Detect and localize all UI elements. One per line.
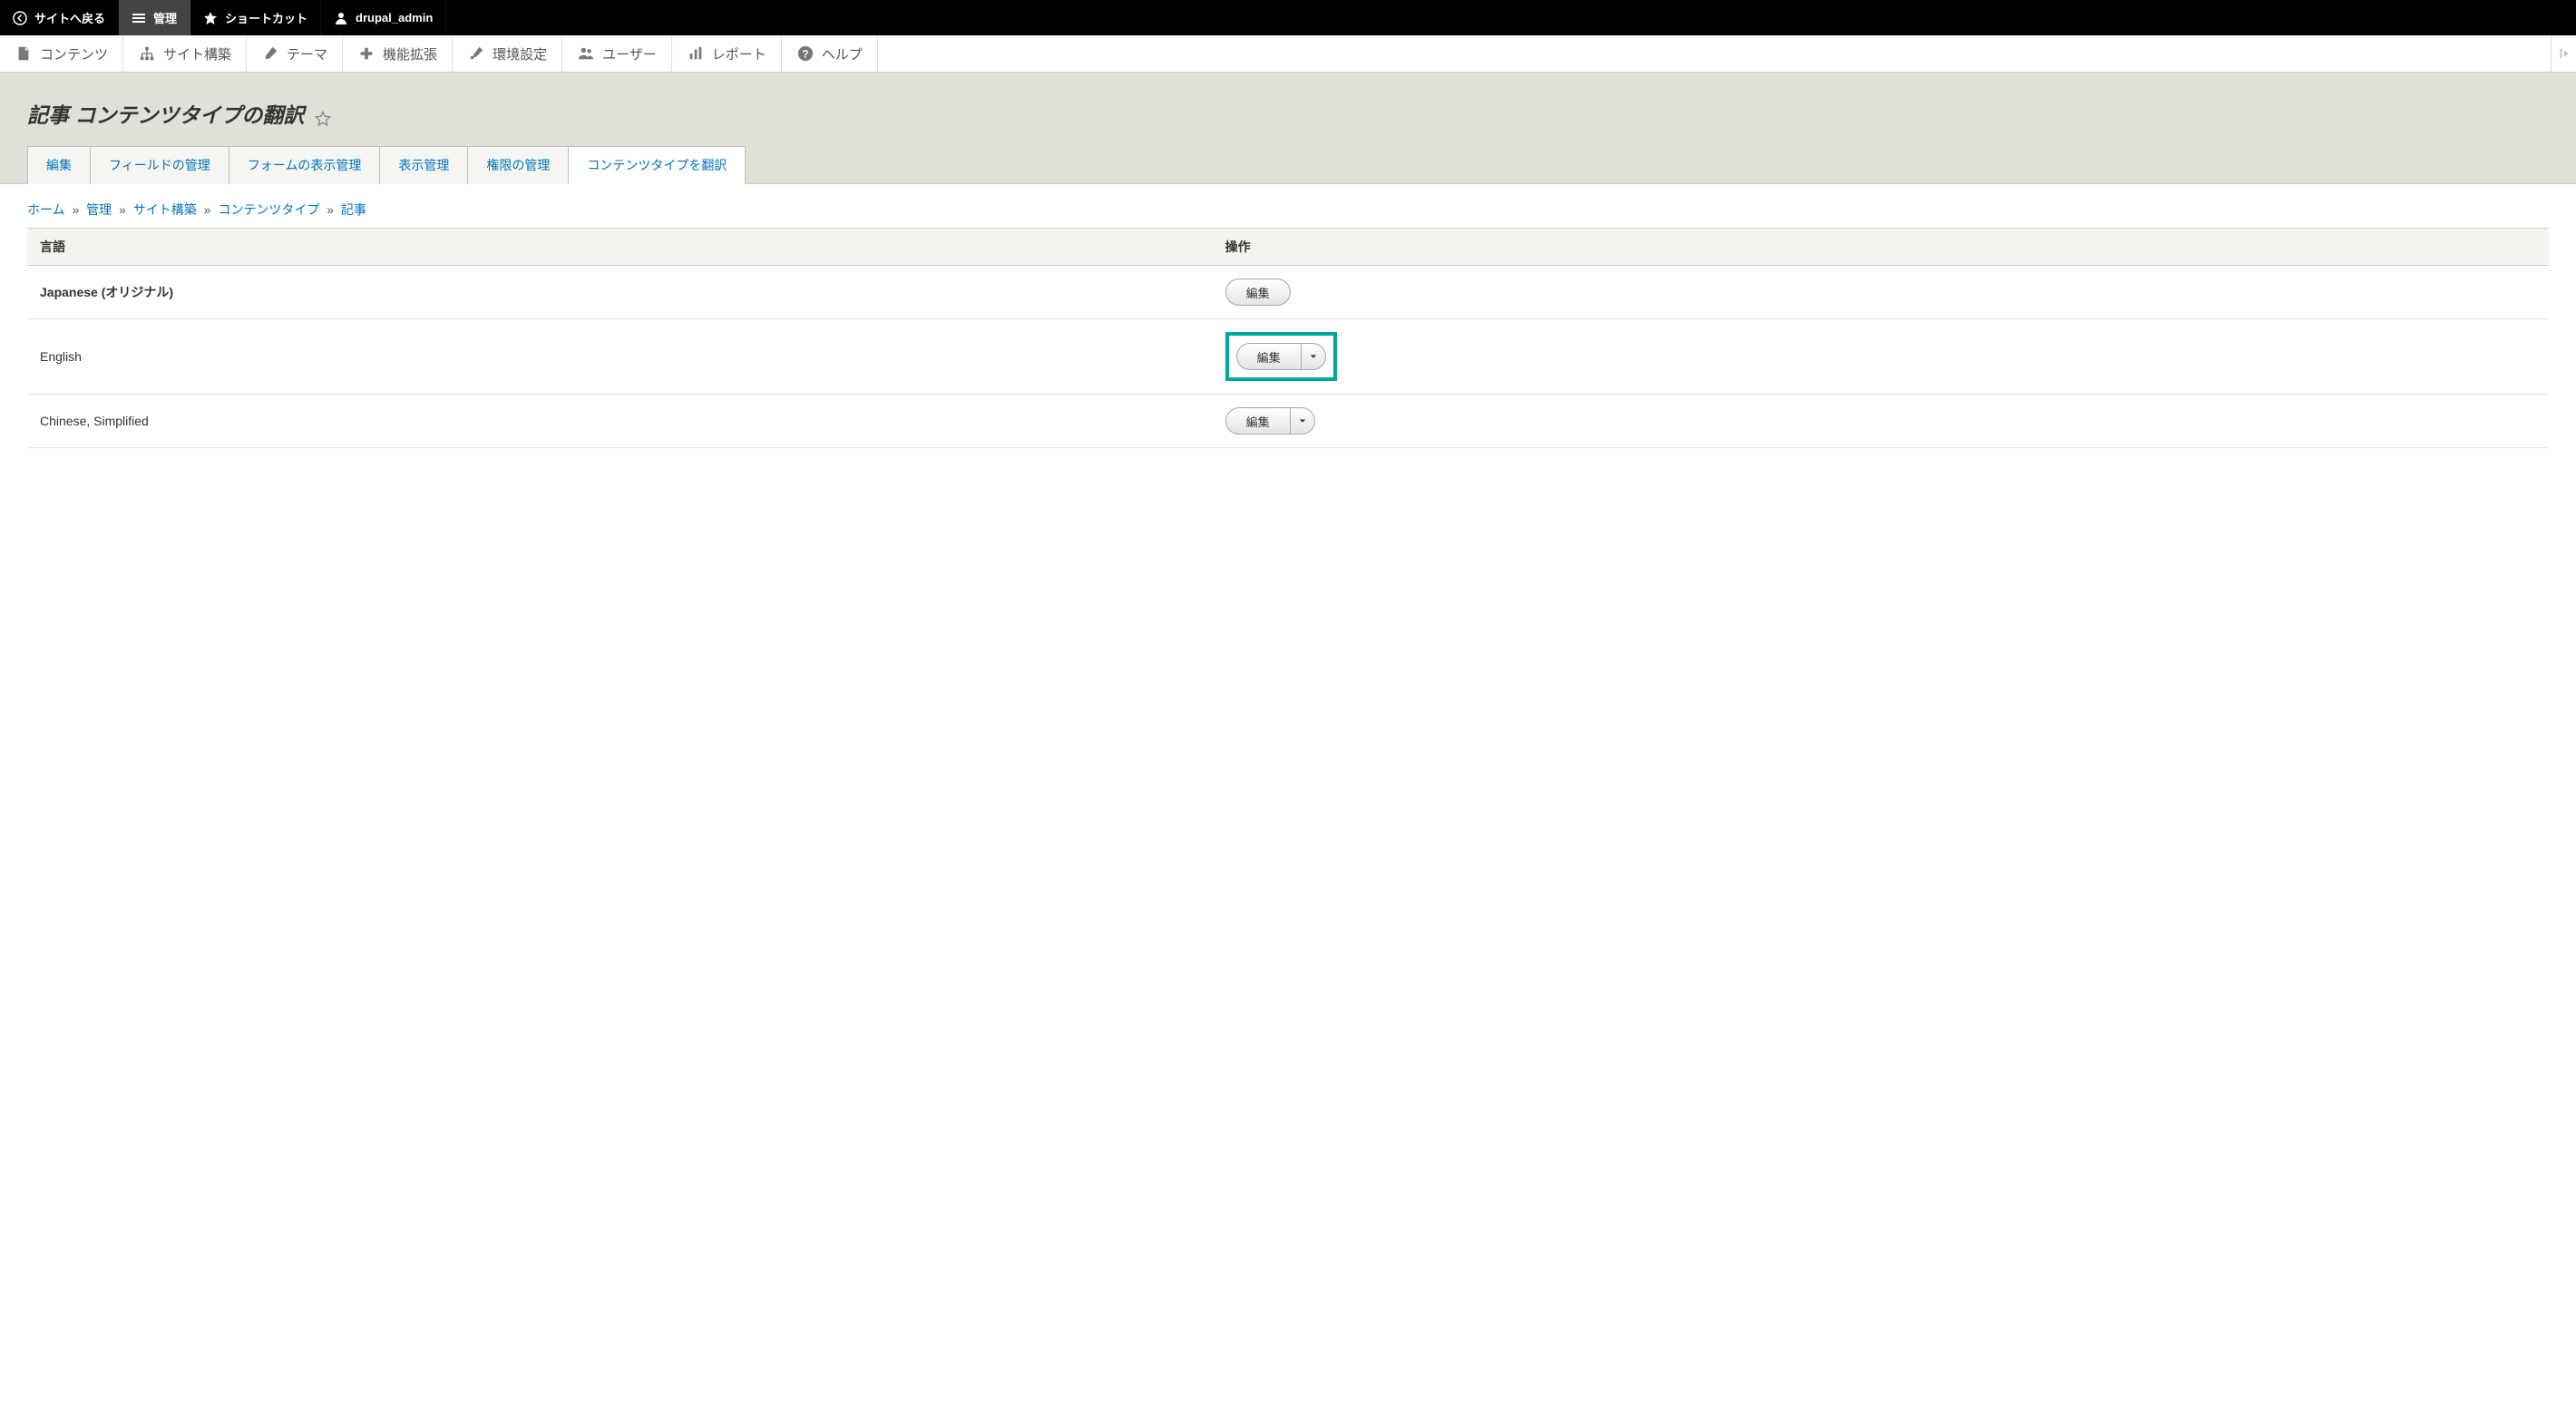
tab-manage-fields[interactable]: フィールドの管理 xyxy=(90,146,229,184)
back-to-site-link[interactable]: サイトへ戻る xyxy=(0,0,119,35)
admin-menu-reports-label: レポート xyxy=(712,44,766,64)
col-operations: 操作 xyxy=(1213,229,2549,266)
breadcrumb-sep: » xyxy=(327,202,334,217)
admin-menu-content-label: コンテンツ xyxy=(40,44,108,64)
edit-dropbutton: 編集 xyxy=(1236,343,1326,370)
breadcrumb-article[interactable]: 記事 xyxy=(341,202,366,217)
title-region: 記事 コンテンツタイプの翻訳 編集 フィールドの管理 フォームの表示管理 表示管… xyxy=(0,73,2576,184)
reports-icon xyxy=(687,44,705,63)
tab-edit[interactable]: 編集 xyxy=(27,146,91,184)
tab-manage-form-display[interactable]: フォームの表示管理 xyxy=(229,146,381,184)
breadcrumb-structure[interactable]: サイト構築 xyxy=(133,202,197,217)
dropbutton-toggle[interactable] xyxy=(1290,407,1315,435)
operations-cell: 編集 xyxy=(1213,319,2549,395)
edit-button[interactable]: 編集 xyxy=(1236,343,1301,370)
operations-cell: 編集 xyxy=(1213,266,2549,319)
structure-icon xyxy=(138,44,156,63)
col-language: 言語 xyxy=(27,229,1213,266)
edit-button-label: 編集 xyxy=(1225,279,1291,306)
shortcuts-label: ショートカット xyxy=(225,9,307,26)
language-cell: English xyxy=(27,319,1213,395)
language-cell: Chinese, Simplified xyxy=(27,395,1213,448)
admin-menu-reports[interactable]: レポート xyxy=(672,35,782,72)
language-cell: Japanese (オリジナル) xyxy=(27,266,1213,319)
admin-menu-extend-label: 機能拡張 xyxy=(383,44,437,64)
back-icon xyxy=(13,11,27,25)
extend-icon xyxy=(357,44,376,63)
user-icon xyxy=(334,11,348,25)
breadcrumb-manage[interactable]: 管理 xyxy=(86,202,112,217)
tab-manage-display[interactable]: 表示管理 xyxy=(379,146,468,184)
admin-menu-people-label: ユーザー xyxy=(602,44,657,64)
edit-dropbutton: 編集 xyxy=(1225,407,1315,435)
table-row: Japanese (オリジナル) 編集 xyxy=(27,266,2549,319)
edit-button-label: 編集 xyxy=(1257,348,1281,366)
manage-label: 管理 xyxy=(153,9,177,26)
operations-cell: 編集 xyxy=(1213,395,2549,448)
breadcrumb: ホーム » 管理 » サイト構築 » コンテンツタイプ » 記事 xyxy=(0,184,2576,228)
table-row: English 編集 xyxy=(27,319,2549,395)
edit-button-label: 編集 xyxy=(1246,413,1270,430)
admin-menu-help[interactable]: ? ヘルプ xyxy=(782,35,878,72)
appearance-icon xyxy=(261,44,279,63)
translations-table: 言語 操作 Japanese (オリジナル) 編集 English 編集 xyxy=(27,228,2549,448)
people-icon xyxy=(577,44,595,63)
user-menu[interactable]: drupal_admin xyxy=(321,0,446,35)
admin-menu-appearance[interactable]: テーマ xyxy=(247,35,343,72)
admin-menu-config[interactable]: 環境設定 xyxy=(453,35,562,72)
tab-translate[interactable]: コンテンツタイプを翻訳 xyxy=(568,146,746,184)
admin-menu-structure[interactable]: サイト構築 xyxy=(123,35,247,72)
admin-menu-extend[interactable]: 機能拡張 xyxy=(343,35,453,72)
table-row: Chinese, Simplified 編集 xyxy=(27,395,2549,448)
breadcrumb-home[interactable]: ホーム xyxy=(27,202,65,217)
admin-menu-people[interactable]: ユーザー xyxy=(562,35,672,72)
admin-menu-help-label: ヘルプ xyxy=(822,44,863,64)
toolbar-top: サイトへ戻る 管理 ショートカット drupal_admin xyxy=(0,0,2576,35)
primary-tabs: 編集 フィールドの管理 フォームの表示管理 表示管理 権限の管理 コンテンツタイ… xyxy=(27,145,2549,183)
svg-text:?: ? xyxy=(802,49,808,61)
help-icon: ? xyxy=(796,44,815,63)
admin-menu-structure-label: サイト構築 xyxy=(163,44,231,64)
breadcrumb-sep: » xyxy=(72,202,79,217)
highlighted-operation: 編集 xyxy=(1225,332,1337,381)
edit-button[interactable]: 編集 xyxy=(1225,279,1291,306)
hamburger-icon xyxy=(132,11,146,25)
star-icon xyxy=(203,11,218,25)
manage-toggle[interactable]: 管理 xyxy=(119,0,190,35)
breadcrumb-sep: » xyxy=(204,202,211,217)
edit-button[interactable]: 編集 xyxy=(1225,407,1290,435)
config-icon xyxy=(467,44,485,63)
back-to-site-label: サイトへ戻る xyxy=(34,9,105,26)
admin-menu-content[interactable]: コンテンツ xyxy=(0,35,123,72)
user-label: drupal_admin xyxy=(356,11,433,24)
admin-menu-config-label: 環境設定 xyxy=(493,44,547,64)
breadcrumb-sep: » xyxy=(119,202,126,217)
admin-menu-appearance-label: テーマ xyxy=(287,44,327,64)
dropbutton-toggle[interactable] xyxy=(1301,343,1326,370)
page-title: 記事 コンテンツタイプの翻訳 xyxy=(27,103,304,127)
tab-manage-permissions[interactable]: 権限の管理 xyxy=(467,146,569,184)
breadcrumb-content-types[interactable]: コンテンツタイプ xyxy=(218,202,319,217)
admin-menu: コンテンツ サイト構築 テーマ 機能拡張 環境設定 ユーザー レポート ? ヘル… xyxy=(0,35,2576,73)
content-icon xyxy=(15,44,33,63)
toolbar-orientation-toggle[interactable] xyxy=(2551,35,2576,72)
shortcuts-link[interactable]: ショートカット xyxy=(190,0,321,35)
shortcut-star-icon[interactable] xyxy=(315,111,331,127)
